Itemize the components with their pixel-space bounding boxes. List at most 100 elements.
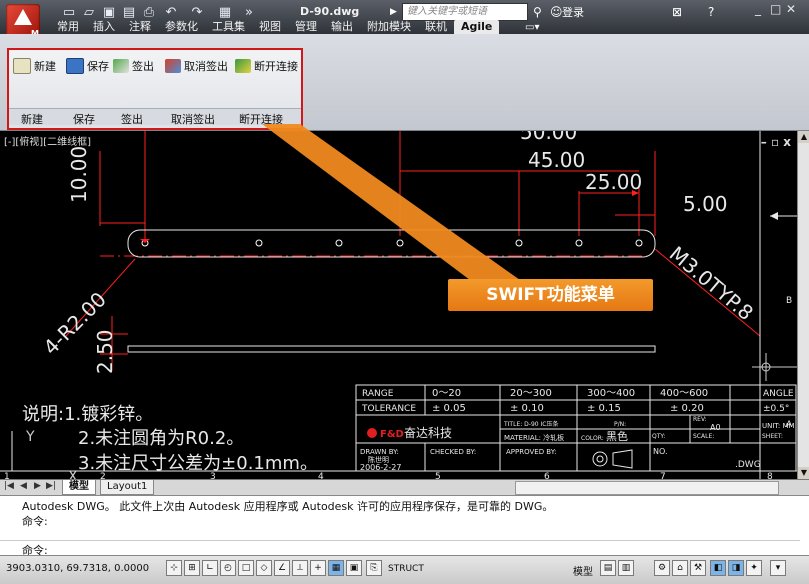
prev-tab-icon[interactable]: ◀ [20, 481, 27, 491]
grid-icon[interactable]: ⊞ [184, 560, 200, 576]
login-link[interactable]: 登录 [562, 4, 584, 20]
help-icon[interactable]: ? [708, 4, 714, 20]
tb-no: NO. [653, 447, 668, 456]
ruler-8: 8 [767, 472, 773, 479]
cancel-checkout-button-label: 取消签出 [184, 60, 228, 73]
isolate-icon[interactable]: ◧ [710, 560, 726, 576]
tab-3[interactable]: 参数化 [158, 20, 205, 34]
tab-10[interactable]: Agile [454, 20, 500, 34]
bulb-icon[interactable]: ✦ [746, 560, 762, 576]
tb-drawn-date: 2006-2-27 [360, 463, 401, 472]
tab-layout1[interactable]: Layout1 [100, 480, 155, 495]
dim-25: 25.00 [585, 170, 642, 194]
tab-4[interactable]: 工具集 [205, 20, 252, 34]
3d-osnap-icon[interactable]: ◇ [256, 560, 272, 576]
layout-switch-icon[interactable]: ▥ [618, 560, 634, 576]
restore-button[interactable]: □ [770, 2, 781, 16]
tab-7[interactable]: 输出 [324, 20, 360, 34]
viewport-window-controls[interactable]: – ▫ x [761, 135, 791, 149]
save-button[interactable]: 保存 [66, 56, 109, 76]
lwt-icon[interactable]: ▦ [328, 560, 344, 576]
tpy-icon[interactable]: ▣ [346, 560, 362, 576]
viewport-label[interactable]: [-][俯视][二维线框] [4, 133, 91, 148]
last-tab-icon[interactable]: ▶| [46, 481, 56, 491]
dyn-icon[interactable]: + [310, 560, 326, 576]
close-button[interactable]: ✕ [786, 2, 796, 16]
layout-view-icon[interactable]: ▤ [600, 560, 616, 576]
osnap-icon[interactable]: □ [238, 560, 254, 576]
scroll-down-icon[interactable]: ▼ [798, 467, 809, 479]
layout-tab-bar: |◀ ◀ ▶ ▶| 模型 Layout1 [0, 479, 809, 495]
dim-45: 45.00 [528, 148, 585, 172]
ducs-icon[interactable]: ⟂ [292, 560, 308, 576]
tb-qty: QTY: [652, 433, 665, 440]
tb-dwg: .DWG [735, 460, 761, 470]
next-tab-icon[interactable]: ▶ [34, 481, 41, 491]
tb-scale: SCALE: [693, 433, 714, 440]
tb-angle-label: ANGLE [763, 389, 794, 399]
clean-screen-icon[interactable]: ▾ [770, 560, 786, 576]
tb-rev-label: REV: [693, 416, 707, 423]
autocad-logo-icon [14, 9, 32, 25]
tb-sheet: SHEET: [762, 433, 783, 440]
tab-9[interactable]: 联机 [418, 20, 454, 34]
ribbon-group-labels: 新建 保存 签出 取消签出 断开连接 [9, 108, 301, 126]
drawing-viewport[interactable]: 50.00 45.00 25.00 5.00 10.00 4-R2.00 M3.… [0, 131, 797, 479]
tab-6[interactable]: 管理 [288, 20, 324, 34]
workspace-switch-icon[interactable]: ⚒ [690, 560, 706, 576]
ortho-icon[interactable]: ∟ [202, 560, 218, 576]
group-label-checkout: 签出 [121, 113, 143, 126]
first-tab-icon[interactable]: |◀ [4, 481, 14, 491]
model-space-label[interactable]: 模型 [573, 563, 593, 578]
annotation-scale-icon[interactable]: ⚙ [654, 560, 670, 576]
disconnect-button[interactable]: 断开连接 [235, 56, 298, 76]
cancel-checkout-button[interactable]: 取消签出 [165, 56, 228, 76]
save-button-label: 保存 [87, 60, 109, 73]
checkout-icon [113, 59, 129, 73]
tb-tol-3: ± 0.15 [587, 403, 621, 414]
group-label-new: 新建 [21, 113, 43, 126]
polar-icon[interactable]: ◴ [220, 560, 236, 576]
save-icon [66, 58, 84, 74]
new-button[interactable]: 新建 [13, 56, 56, 76]
command-line[interactable]: Autodesk DWG。 此文件上次由 Autodesk 应用程序或 Auto… [0, 495, 809, 557]
tb-approved: APPROVED BY: [506, 448, 556, 456]
tb-range-4: 400～600 [660, 388, 708, 399]
tb-material: MATERIAL: 冷轧板 [504, 433, 564, 442]
tab-5[interactable]: 视图 [252, 20, 288, 34]
disconnect-button-label: 断开连接 [254, 60, 298, 73]
tab-0[interactable]: 常用 [50, 20, 86, 34]
exchange-icon[interactable]: ⊠ [672, 4, 682, 20]
coordinate-readout: 3903.0310, 69.7318, 0.0000 [6, 563, 150, 574]
otrack-icon[interactable]: ∠ [274, 560, 290, 576]
minimize-button[interactable]: _ [755, 2, 761, 16]
command-separator [0, 540, 800, 541]
ruler-5: 5 [435, 472, 441, 479]
tab-2[interactable]: 注释 [122, 20, 158, 34]
lock-icon[interactable]: ⌂ [672, 560, 688, 576]
search-arrow-icon: ▶ [390, 7, 397, 17]
search-input[interactable]: 键入关键字或短语 [402, 3, 528, 21]
group-label-disconnect: 断开连接 [239, 113, 283, 126]
qp-icon[interactable]: ⎘ [366, 560, 382, 576]
snap-icon[interactable]: ⊹ [166, 560, 182, 576]
hardware-accel-icon[interactable]: ◨ [728, 560, 744, 576]
application-menu-button[interactable]: M [6, 4, 40, 38]
tb-title: TITLE: D-90 IC压条 [503, 420, 558, 428]
dim-10: 10.00 [67, 146, 91, 203]
ribbon-tabs: 常用 插入 注释 参数化 工具集 视图 管理 输出 附加模块 联机 Agile [50, 20, 500, 34]
user-icon[interactable]: ☺ [550, 4, 563, 20]
tb-angle-tol: ±0.5° [763, 404, 789, 414]
vertical-scrollbar[interactable]: ▲ ▼ [797, 131, 809, 479]
dim-5: 5.00 [683, 192, 728, 216]
checkout-button[interactable]: 签出 [113, 56, 154, 76]
horizontal-scrollbar[interactable] [515, 481, 779, 495]
tab-8[interactable]: 附加模块 [360, 20, 418, 34]
tb-pn: P/N: [614, 421, 626, 428]
tab-1[interactable]: 插入 [86, 20, 122, 34]
cancel-checkout-icon [165, 59, 181, 73]
checkout-button-label: 签出 [132, 60, 154, 73]
binoculars-icon[interactable]: ⚲ [533, 4, 542, 20]
scroll-up-icon[interactable]: ▲ [798, 131, 809, 143]
tab-model[interactable]: 模型 [62, 480, 96, 495]
